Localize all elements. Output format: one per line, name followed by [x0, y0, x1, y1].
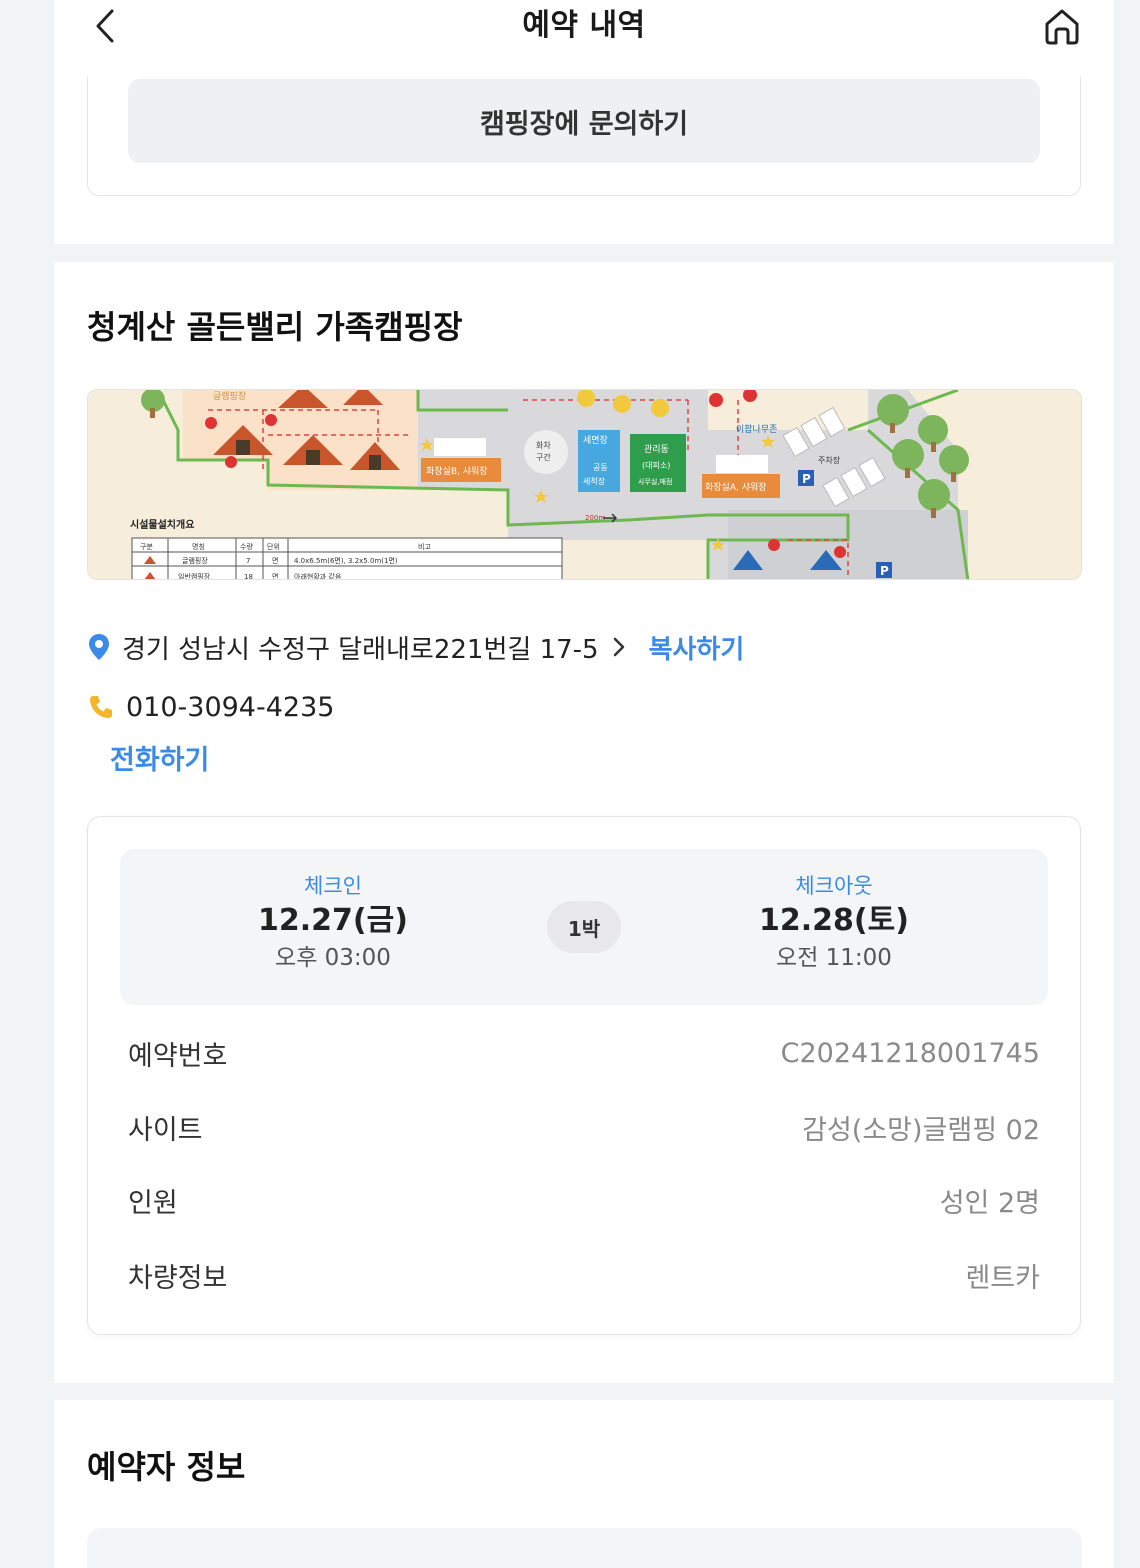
map-label-zone2: 구간 [536, 452, 551, 462]
map-label-zone: 화차 [536, 441, 551, 450]
map-table-header-1: 명칭 [192, 542, 205, 551]
checkin-label: 체크인 [304, 874, 362, 898]
map-table-header-2: 수량 [240, 543, 253, 551]
stay-period-panel: 체크인 12.27(금) 오후 03:00 1박 체크아웃 12.28(토) 오… [120, 849, 1048, 1005]
campsite-map[interactable]: 글램핑장 화장실B, 샤워장 화차 구간 세면장 공동 세척장 관리동 (대피소… [87, 389, 1082, 580]
page-title: 예약 내역 [522, 8, 646, 43]
info-row-site: 사이트 감성(소망)글램핑 02 [128, 1107, 1040, 1147]
map-table-header-4: 비고 [418, 542, 431, 551]
call-link[interactable]: 전화하기 [110, 738, 209, 777]
address-row: 경기 성남시 수정구 달래내로221번길 17-5 복사하기 [88, 627, 744, 667]
map-label-wash: 세면장 [583, 435, 608, 446]
info-row-guests: 인원 성인 2명 [128, 1180, 1040, 1220]
campsite-map-image: 글램핑장 화장실B, 샤워장 화차 구간 세면장 공동 세척장 관리동 (대피소… [88, 390, 1081, 580]
reservation-card: 체크인 12.27(금) 오후 03:00 1박 체크아웃 12.28(토) 오… [87, 816, 1081, 1335]
info-label: 차량정보 [128, 1262, 228, 1294]
map-table-row2-name: 일반캠핑장 [178, 572, 211, 580]
checkin-block: 체크인 12.27(금) 오후 03:00 [183, 873, 483, 973]
map-table-header-0: 구분 [140, 543, 153, 551]
phone-row: 010-3094-4235 [88, 687, 334, 727]
home-icon [1045, 9, 1079, 45]
info-label: 사이트 [128, 1114, 203, 1146]
info-value: 렌트카 [965, 1262, 1040, 1294]
inquiry-section: 캠핑장에 문의하기 예약 내역 [54, 0, 1114, 244]
map-label-restroom-a: 화장실A, 샤워장 [705, 482, 767, 493]
map-label-wash-sub2: 세척장 [583, 476, 606, 486]
map-table-row2-unit: 면 [272, 572, 278, 580]
booker-title: 예약자 정보 [87, 1448, 246, 1486]
map-label-office-sub: (대피소) [642, 461, 670, 470]
address-text[interactable]: 경기 성남시 수정구 달래내로221번길 17-5 [122, 629, 599, 666]
nights-badge: 1박 [547, 901, 621, 953]
svg-text:P: P [880, 564, 889, 578]
checkout-date: 12.28(토) [759, 903, 909, 938]
checkout-label: 체크아웃 [795, 874, 873, 898]
map-label-office-sub2: 사무실,매점 [638, 477, 672, 486]
map-label-restroom-b: 화장실B, 샤워장 [426, 466, 488, 477]
location-pin-icon [89, 634, 109, 660]
checkin-date: 12.27(금) [258, 903, 408, 938]
info-value: 감성(소망)글램핑 02 [802, 1114, 1040, 1146]
svg-text:P: P [802, 472, 811, 486]
campsite-name: 청계산 골든밸리 가족캠핑장 [87, 308, 463, 346]
map-table-row2-qty: 18 [244, 573, 253, 580]
chevron-right-icon[interactable] [611, 635, 627, 659]
booker-section: 예약자 정보 [54, 1400, 1114, 1568]
app-root: 캠핑장에 문의하기 예약 내역 청계산 골든밸리 가족캠핑장 글램핑장 화장실B… [54, 0, 1114, 1568]
phone-icon [90, 696, 112, 718]
map-label-parking: 주차장 [818, 455, 841, 465]
info-label: 인원 [128, 1187, 178, 1219]
home-button[interactable] [1040, 4, 1084, 48]
booker-info-box [87, 1528, 1082, 1568]
map-table-row2-note: 아래현황과 같음 [294, 572, 342, 580]
map-label-glamping: 글램핑장 [213, 390, 246, 402]
inquiry-card: 캠핑장에 문의하기 [87, 76, 1081, 196]
phone-number: 010-3094-4235 [126, 691, 335, 723]
inquiry-button[interactable]: 캠핑장에 문의하기 [128, 79, 1040, 163]
checkout-time: 오전 11:00 [776, 945, 892, 971]
map-table-row1-unit: 면 [272, 556, 278, 565]
map-label-forest: 이팝나무존 [736, 423, 777, 435]
info-row-vehicle: 차량정보 렌트카 [128, 1255, 1040, 1295]
map-table-row1-name: 글램핑장 [182, 556, 208, 565]
map-label-arrow: 200m [585, 514, 605, 522]
info-value: 성인 2명 [939, 1187, 1040, 1219]
map-table-header-3: 단위 [267, 542, 280, 551]
checkout-block: 체크아웃 12.28(토) 오전 11:00 [684, 873, 984, 973]
map-table-row1-qty: 7 [246, 557, 250, 565]
map-table-row1-note: 4.0x6.5m(6면), 3.2x5.0m(1면) [294, 556, 398, 565]
top-bar: 예약 내역 [54, 0, 1114, 56]
map-label-office: 관리동 [644, 444, 669, 455]
checkin-time: 오후 03:00 [275, 945, 391, 971]
map-label-wash-sub: 공동 [593, 463, 608, 472]
info-label: 예약번호 [128, 1040, 228, 1072]
map-label-facility-title: 시설물설치개요 [130, 518, 194, 531]
info-row-reservation-number: 예약번호 C20241218001745 [128, 1033, 1040, 1073]
campsite-section: 청계산 골든밸리 가족캠핑장 글램핑장 화장실B, 샤워장 화차 구간 세면장 … [54, 262, 1114, 1383]
info-value: C20241218001745 [780, 1037, 1040, 1069]
copy-address-link[interactable]: 복사하기 [649, 629, 745, 666]
